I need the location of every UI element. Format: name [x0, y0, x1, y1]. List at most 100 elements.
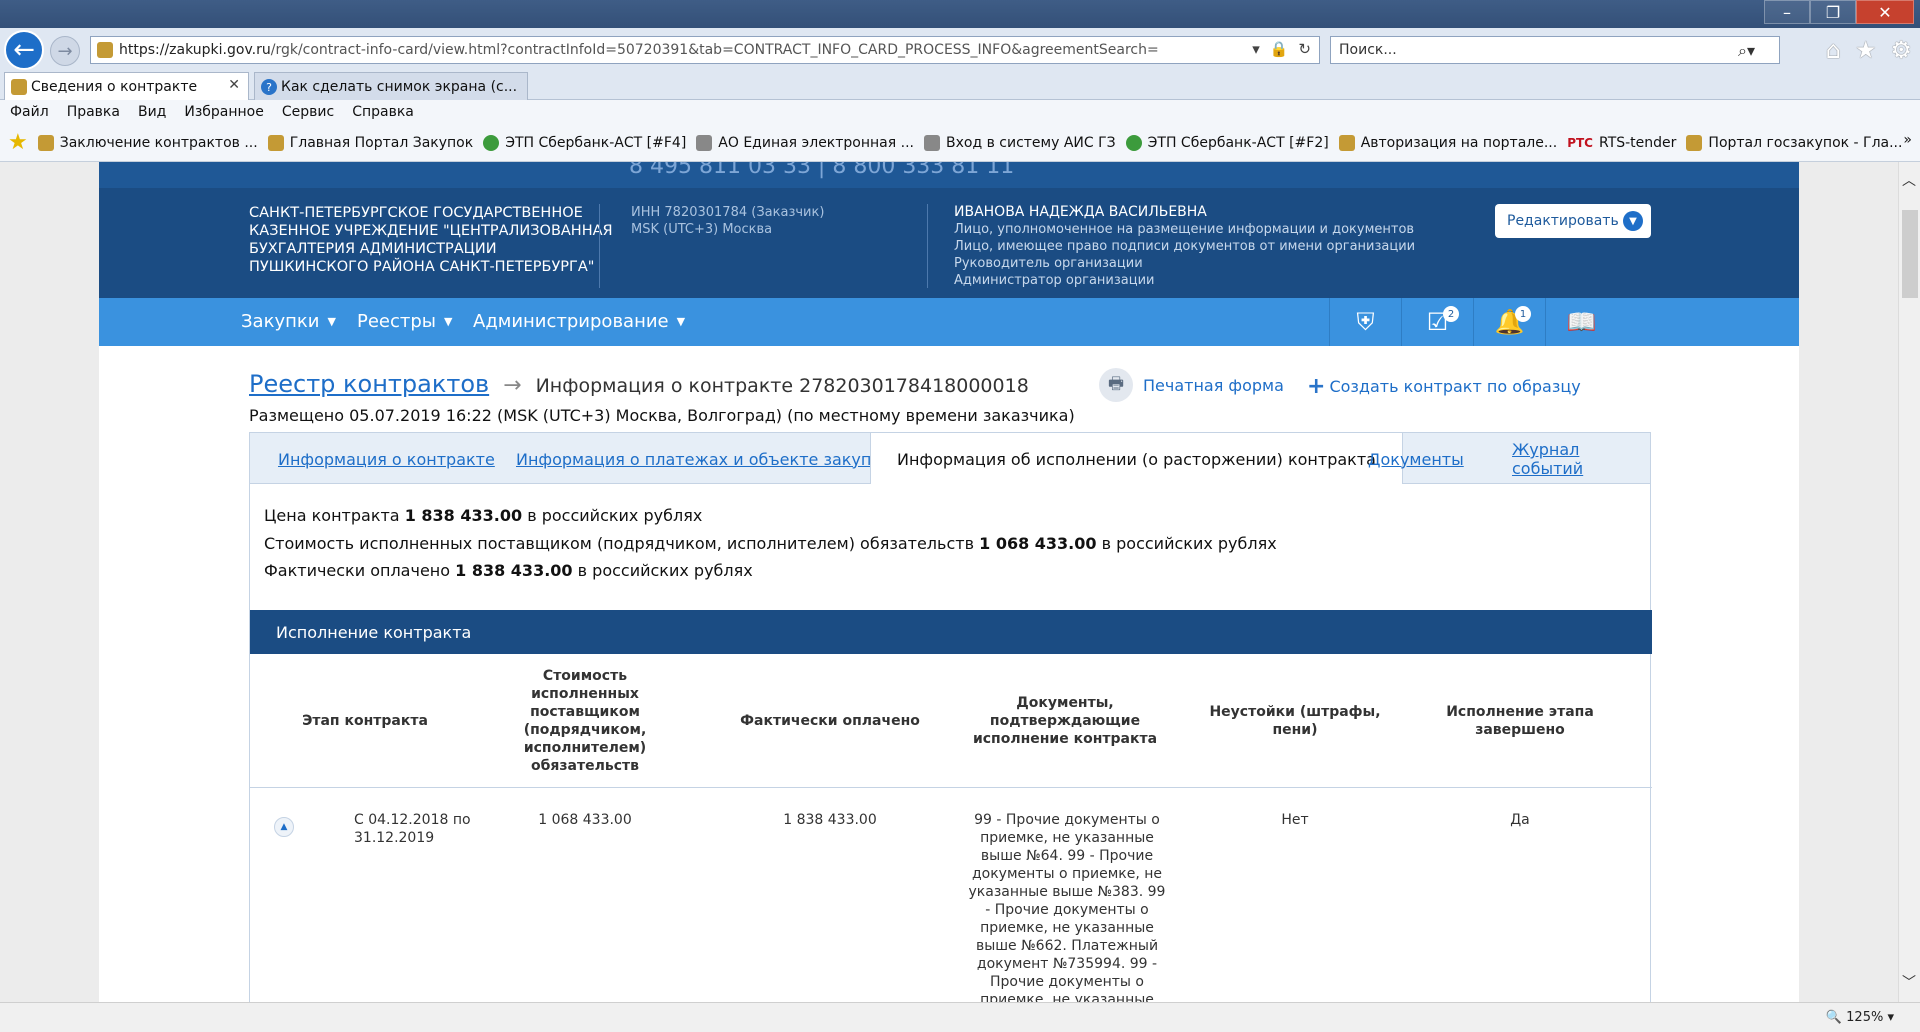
- close-tab-icon[interactable]: ✕: [228, 77, 240, 93]
- vertical-scrollbar[interactable]: ︿ ﹀: [1898, 162, 1920, 1002]
- site-favicon-icon: [97, 42, 113, 58]
- collapse-icon[interactable]: ▲: [274, 817, 294, 837]
- menu-tools[interactable]: Сервис: [282, 104, 334, 120]
- refresh-icon[interactable]: ↻: [1298, 40, 1311, 58]
- favorite-link[interactable]: РТС RTS-tender: [1567, 135, 1676, 151]
- column-header: Стоимость исполненных поставщиком (подря…: [523, 668, 647, 774]
- phone-numbers: 8 495 811 03 33 | 8 800 333 81 11: [629, 162, 1015, 179]
- favorite-link[interactable]: АО Единая электронная ...: [696, 134, 914, 151]
- actually-paid: Фактически оплачено 1 838 433.00 в росси…: [264, 561, 753, 580]
- tab-documents[interactable]: Документы: [1368, 433, 1464, 485]
- printer-icon: 🖶: [1099, 368, 1133, 402]
- arrow-right-icon: →: [503, 373, 522, 398]
- contract-tabs: Информация о контракте Информация о плат…: [249, 432, 1651, 486]
- scrollbar-thumb[interactable]: [1902, 210, 1918, 298]
- registry-link[interactable]: Реестр контрактов: [249, 370, 489, 398]
- favorite-link[interactable]: ЭТП Сбербанк-АСТ [#F4]: [483, 134, 687, 151]
- edit-button[interactable]: Редактировать ▼: [1495, 204, 1651, 238]
- scroll-down-icon[interactable]: ﹀: [1902, 972, 1916, 992]
- search-icon[interactable]: ⌕▾: [1738, 41, 1755, 61]
- lock-icon[interactable]: 🔒: [1270, 40, 1289, 58]
- completed-cell: Да: [1510, 812, 1530, 828]
- menu-file[interactable]: Файл: [10, 104, 49, 120]
- dropdown-icon[interactable]: ▾: [1252, 40, 1260, 58]
- user-role: Лицо, уполномоченное на размещение инфор…: [954, 222, 1415, 237]
- calendar-check-icon[interactable]: ☑ 2: [1401, 298, 1473, 346]
- nav-purchases[interactable]: Закупки ▼: [241, 311, 336, 332]
- minimize-button[interactable]: –: [1764, 0, 1810, 24]
- favorite-link[interactable]: Главная Портал Закупок: [267, 134, 474, 151]
- maximize-button[interactable]: ❐: [1810, 0, 1856, 24]
- user-role: Администратор организации: [954, 273, 1155, 288]
- favorite-link[interactable]: Заключение контрактов ...: [37, 134, 258, 151]
- zoom-level[interactable]: 🔍 125% ▾: [1826, 1010, 1894, 1025]
- contract-price: Цена контракта 1 838 433.00 в российских…: [264, 506, 703, 525]
- section-header: Исполнение контракта: [250, 610, 1652, 654]
- browser-tab-active[interactable]: Сведения о контракте ✕: [4, 72, 249, 100]
- browser-tabs: Сведения о контракте ✕ ? Как сделать сни…: [0, 70, 1920, 100]
- favorite-label: ЭТП Сбербанк-АСТ [#F4]: [505, 134, 687, 151]
- menu-favorites[interactable]: Избранное: [184, 104, 264, 120]
- favorite-label: Авторизация на портале...: [1360, 134, 1558, 151]
- favorites-star-icon[interactable]: ★: [8, 130, 28, 155]
- tab-execution[interactable]: Информация об исполнении (о расторжении)…: [870, 433, 1403, 486]
- menu-edit[interactable]: Правка: [67, 104, 120, 120]
- url-host: https://zakupki.gov.ru: [119, 42, 271, 58]
- back-button[interactable]: ←: [4, 30, 44, 70]
- favorites-star-icon[interactable]: ★: [1855, 36, 1877, 64]
- gavel-icon: [923, 134, 940, 151]
- favorite-label: Портал госзакупок - Гла...: [1708, 134, 1903, 151]
- forward-button[interactable]: →: [50, 36, 80, 66]
- close-window-button[interactable]: ✕: [1856, 0, 1914, 24]
- fulfilled-obligations: Стоимость исполненных поставщиком (подря…: [264, 534, 1277, 553]
- create-contract-link[interactable]: + Создать контракт по образцу: [1307, 374, 1581, 399]
- browser-tab-label: Как сделать снимок экрана (с...: [281, 78, 518, 95]
- scroll-up-icon[interactable]: ︿: [1902, 170, 1916, 190]
- favorite-label: Вход в систему АИС ГЗ: [945, 134, 1116, 151]
- nav-registries[interactable]: Реестры ▼: [357, 311, 453, 332]
- home-icon[interactable]: ⌂: [1826, 36, 1841, 64]
- address-bar-row: ← → https://zakupki.gov.ru/rgk/contract-…: [0, 28, 1920, 70]
- emblem-icon: [267, 134, 284, 151]
- tab-event-log[interactable]: Журнал событий: [1512, 433, 1650, 485]
- search-field[interactable]: Поиск... ⌕▾: [1330, 36, 1780, 64]
- organization-header: 8 495 811 03 33 | 8 800 333 81 11 САНКТ-…: [99, 162, 1799, 298]
- book-search-icon[interactable]: 📖: [1545, 298, 1617, 346]
- gavel-icon: [696, 134, 713, 151]
- menu-help[interactable]: Справка: [352, 104, 414, 120]
- notification-count-badge: 1: [1515, 306, 1531, 322]
- site-favicon-icon: [11, 79, 27, 95]
- favorite-link[interactable]: ЭТП Сбербанк-АСТ [#F2]: [1125, 134, 1329, 151]
- favorite-label: Главная Портал Закупок: [289, 134, 474, 151]
- print-form-link[interactable]: 🖶 Печатная форма: [1099, 368, 1284, 402]
- url-path: /rgk/contract-info-card/view.html?contra…: [270, 42, 1159, 58]
- table-row: ▲ С 04.12.2018 по 31.12.2019 1 068 433.0…: [250, 789, 1652, 1002]
- favorite-link[interactable]: Вход в систему АИС ГЗ: [923, 134, 1116, 151]
- table-header: Этап контракта Стоимость исполненных пос…: [250, 654, 1652, 788]
- column-header: Документы, подтверждающие исполнение кон…: [972, 695, 1158, 747]
- nav-administration[interactable]: Администрирование ▼: [473, 311, 685, 332]
- breadcrumb: Реестр контрактов → Информация о контрак…: [249, 370, 1029, 398]
- emblem-icon: [1338, 134, 1355, 151]
- favorite-link[interactable]: Портал госзакупок - Гла...: [1686, 134, 1903, 151]
- favorite-label: АО Единая электронная ...: [718, 134, 914, 151]
- favorite-label: ЭТП Сбербанк-АСТ [#F2]: [1147, 134, 1329, 151]
- tab-contract-info[interactable]: Информация о контракте: [278, 433, 495, 485]
- organization-inn: ИНН 7820301784 (Заказчик) MSK (UTC+3) Мо…: [631, 205, 825, 237]
- user-name: ИВАНОВА НАДЕЖДА ВАСИЛЬЕВНА: [954, 204, 1207, 220]
- favorites-overflow-icon[interactable]: »: [1903, 132, 1912, 148]
- chevron-down-icon: ▼: [327, 315, 336, 328]
- user-info: ИВАНОВА НАДЕЖДА ВАСИЛЬЕВНА Лицо, уполном…: [927, 204, 1415, 288]
- shield-icon[interactable]: ⛨: [1329, 298, 1401, 346]
- gear-icon[interactable]: ⚙: [1890, 36, 1912, 64]
- organization-name: САНКТ-ПЕТЕРБУРГСКОЕ ГОСУДАРСТВЕННОЕ КАЗЕ…: [249, 205, 613, 275]
- browser-tab[interactable]: ? Как сделать снимок экрана (с...: [254, 72, 528, 100]
- address-bar[interactable]: https://zakupki.gov.ru/rgk/contract-info…: [90, 36, 1320, 64]
- favorite-label: RTS-tender: [1598, 134, 1677, 151]
- menu-view[interactable]: Вид: [138, 104, 166, 120]
- tab-payments[interactable]: Информация о платежах и объекте закупки: [516, 433, 891, 485]
- bell-icon[interactable]: 🔔 1: [1473, 298, 1545, 346]
- chevron-down-icon: ▼: [444, 315, 453, 328]
- user-role: Руководитель организации: [954, 256, 1143, 271]
- favorite-link[interactable]: Авторизация на портале...: [1338, 134, 1558, 151]
